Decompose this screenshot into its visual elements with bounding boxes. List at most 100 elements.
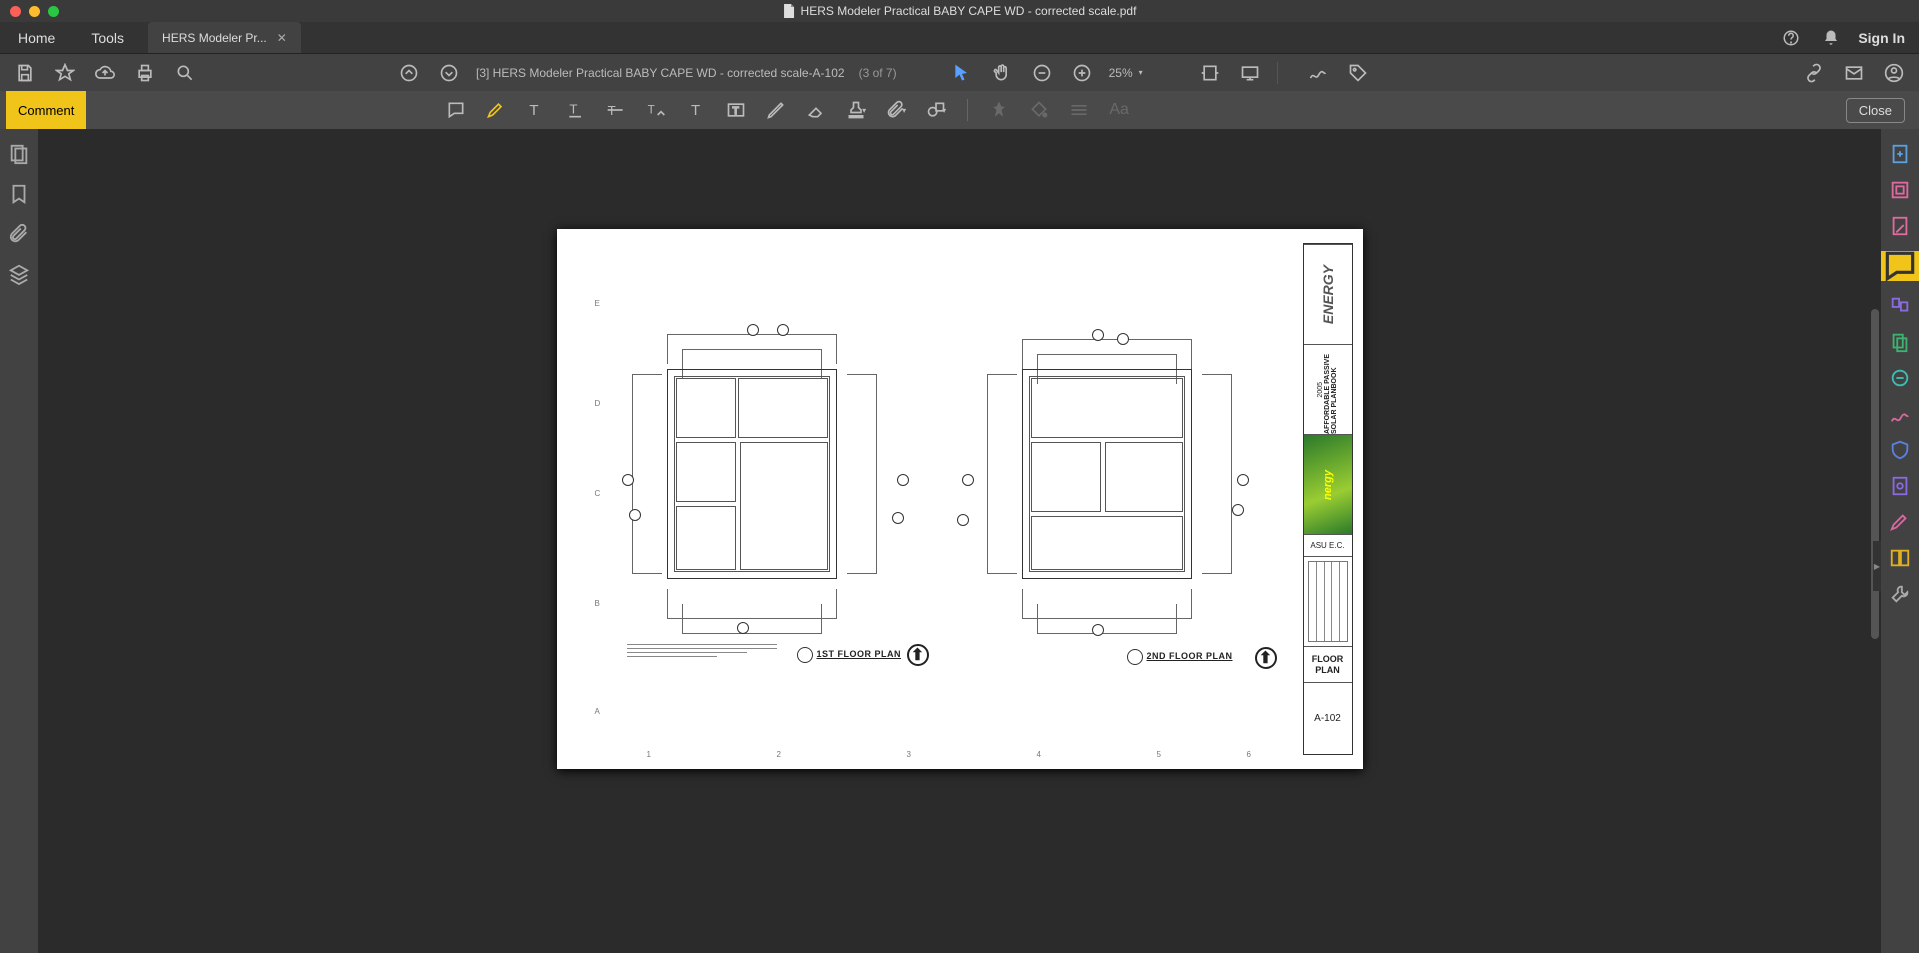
attachments-icon[interactable] — [8, 223, 30, 245]
organize-pages-icon[interactable] — [1889, 295, 1911, 317]
logo-text: ENERGY — [1320, 265, 1336, 324]
expand-right-panel[interactable]: ▶ — [1873, 541, 1881, 591]
attach-icon[interactable]: ▾ — [883, 97, 909, 123]
bookmark-icon[interactable] — [8, 183, 30, 205]
col-label: 6 — [1247, 750, 1251, 759]
tb-year: 2005 — [1317, 382, 1324, 398]
fit-width-icon[interactable] — [1197, 60, 1223, 86]
create-pdf-icon[interactable] — [1889, 179, 1911, 201]
svg-text:T: T — [648, 103, 655, 116]
tab-home[interactable]: Home — [0, 22, 73, 53]
app-tabbar: Home Tools HERS Modeler Pr... ✕ Sign In — [0, 22, 1919, 54]
fit-page-icon[interactable] — [1237, 60, 1263, 86]
insert-text-icon[interactable]: T — [643, 97, 669, 123]
col-label: 4 — [1037, 750, 1041, 759]
svg-text:T: T — [529, 102, 538, 119]
hand-pan-icon[interactable] — [989, 60, 1015, 86]
col-label: 3 — [907, 750, 911, 759]
export-pdf-icon[interactable] — [1889, 143, 1911, 165]
strikethrough-icon[interactable]: T — [603, 97, 629, 123]
more-tools-icon[interactable] — [1889, 511, 1911, 533]
close-comment-button[interactable]: Close — [1846, 98, 1905, 123]
thumbnails-icon[interactable] — [8, 143, 30, 165]
tab-document-label: HERS Modeler Pr... — [162, 31, 267, 45]
page-up-icon[interactable] — [396, 60, 422, 86]
highlight-icon[interactable] — [483, 97, 509, 123]
page-down-icon[interactable] — [436, 60, 462, 86]
fill-color-icon[interactable] — [1026, 97, 1052, 123]
line-style-icon[interactable] — [1066, 97, 1092, 123]
sign-in-button[interactable]: Sign In — [1858, 30, 1905, 46]
underline-icon[interactable]: T — [563, 97, 589, 123]
cloud-upload-icon[interactable] — [92, 60, 118, 86]
north-arrow-icon: ⬆ — [1255, 647, 1277, 669]
comment-panel-icon[interactable] — [1881, 251, 1919, 281]
tb-subtitle: AFFORDABLE PASSIVE SOLAR PLANBOOK — [1324, 345, 1338, 434]
zoom-in-icon[interactable] — [1069, 60, 1095, 86]
fill-sign-icon[interactable] — [1889, 403, 1911, 425]
row-label: B — [595, 599, 600, 608]
tag-icon[interactable] — [1345, 60, 1371, 86]
left-sidebar: ◀ — [0, 129, 38, 953]
print-icon[interactable] — [132, 60, 158, 86]
tab-close-icon[interactable]: ✕ — [277, 31, 287, 45]
sticky-note-icon[interactable] — [443, 97, 469, 123]
email-icon[interactable] — [1841, 60, 1867, 86]
help-icon[interactable] — [1778, 25, 1804, 51]
plan2-label: 2ND FLOOR PLAN — [1147, 651, 1233, 661]
window-close-button[interactable] — [10, 6, 21, 17]
text-comment-icon[interactable]: T — [523, 97, 549, 123]
pdf-file-icon — [783, 4, 795, 18]
right-sidebar: ▶ — [1881, 129, 1919, 953]
floor-plan-2 — [1022, 369, 1192, 579]
replace-text-icon[interactable]: T — [683, 97, 709, 123]
col-label: 1 — [647, 750, 651, 759]
edit-pdf-icon[interactable] — [1889, 215, 1911, 237]
shapes-icon[interactable]: ▾ — [923, 97, 949, 123]
document-page-title: [3] HERS Modeler Practical BABY CAPE WD … — [476, 66, 845, 80]
window-title: HERS Modeler Practical BABY CAPE WD - co… — [801, 4, 1137, 18]
account-icon[interactable] — [1881, 60, 1907, 86]
eraser-icon[interactable] — [803, 97, 829, 123]
floor-plan-1 — [667, 369, 837, 579]
row-label: D — [595, 399, 601, 408]
textbox-icon[interactable]: T — [723, 97, 749, 123]
arrow-cursor-icon[interactable] — [949, 60, 975, 86]
search-icon[interactable] — [172, 60, 198, 86]
zoom-out-icon[interactable] — [1029, 60, 1055, 86]
tab-document[interactable]: HERS Modeler Pr... ✕ — [148, 22, 301, 53]
combine-files-icon[interactable] — [1889, 331, 1911, 353]
pencil-icon[interactable] — [763, 97, 789, 123]
document-page: E D C B A 1 2 3 4 5 6 — [557, 229, 1363, 769]
tb-sheet-num: A-102 — [1304, 682, 1352, 754]
window-max-button[interactable] — [48, 6, 59, 17]
star-icon[interactable] — [52, 60, 78, 86]
optimize-icon[interactable] — [1889, 475, 1911, 497]
col-label: 5 — [1157, 750, 1161, 759]
svg-text:T: T — [733, 106, 739, 117]
plan1-label: 1ST FLOOR PLAN — [817, 649, 902, 659]
comment-toolbar: Comment T T T T T T ▾ ▾ ▾ Aa Close — [0, 91, 1919, 129]
tab-tools[interactable]: Tools — [73, 22, 142, 53]
share-link-icon[interactable] — [1801, 60, 1827, 86]
zoom-value[interactable]: 25% ▾ — [1109, 66, 1159, 80]
protect-icon[interactable] — [1889, 439, 1911, 461]
tool-settings-icon[interactable] — [1889, 583, 1911, 605]
north-arrow-icon: ⬆ — [907, 644, 929, 666]
row-label: E — [595, 299, 600, 308]
save-icon[interactable] — [12, 60, 38, 86]
redact-icon[interactable] — [1889, 367, 1911, 389]
compare-icon[interactable] — [1889, 547, 1911, 569]
document-canvas[interactable]: E D C B A 1 2 3 4 5 6 — [38, 129, 1881, 953]
window-min-button[interactable] — [29, 6, 40, 17]
svg-text:T: T — [569, 101, 577, 116]
stamp-icon[interactable]: ▾ — [843, 97, 869, 123]
layers-icon[interactable] — [8, 263, 30, 285]
font-style-icon[interactable]: Aa — [1106, 97, 1132, 123]
titleblock: ENERGY 2005 AFFORDABLE PASSIVE SOLAR PLA… — [1303, 243, 1353, 755]
tb-sheet-title: FLOOR PLAN — [1304, 646, 1352, 682]
bell-icon[interactable] — [1818, 25, 1844, 51]
draw-freeform-icon[interactable] — [1305, 60, 1331, 86]
comment-mode-label: Comment — [6, 91, 86, 129]
pin-icon[interactable] — [986, 97, 1012, 123]
